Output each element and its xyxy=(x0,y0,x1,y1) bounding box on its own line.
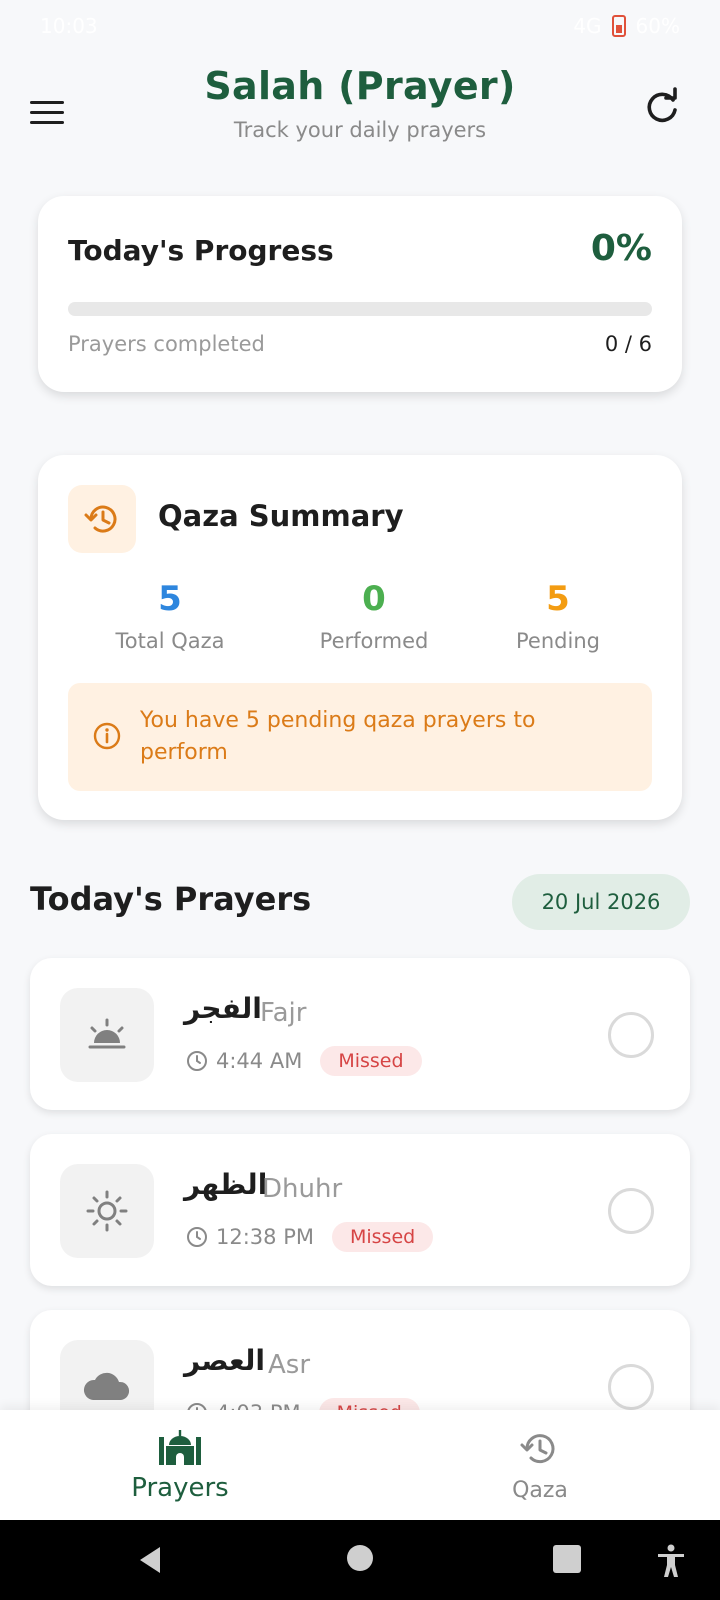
sun-icon xyxy=(60,1164,154,1258)
prayer-time-row: 4:44 AM Missed xyxy=(186,1046,422,1076)
page-title: Salah (Prayer) xyxy=(204,64,516,108)
history-icon xyxy=(520,1433,555,1463)
prayer-time: 12:38 PM xyxy=(216,1225,314,1249)
stat-label: Performed xyxy=(319,629,429,653)
recents-icon[interactable] xyxy=(552,1544,582,1574)
qaza-summary-card: Qaza Summary 5 Total Qaza 0 Performed 5 … xyxy=(38,455,682,820)
prayer-name: Dhuhr xyxy=(262,1174,343,1204)
prayer-arabic-name: الفجر xyxy=(184,992,262,1025)
nav-tab-prayers[interactable]: Prayers xyxy=(0,1410,360,1520)
battery-icon xyxy=(611,15,626,37)
mark-complete-checkbox[interactable] xyxy=(608,1012,654,1058)
nav-label: Qaza xyxy=(512,1477,568,1503)
date-badge[interactable]: 20 Jul 2026 xyxy=(512,874,690,930)
back-icon[interactable] xyxy=(134,1544,166,1576)
stat-total-qaza: 5 Total Qaza xyxy=(80,579,260,653)
network-label: 4G xyxy=(573,14,602,38)
stat-value: 5 xyxy=(158,579,182,619)
status-indicators: 4G 60% xyxy=(573,14,680,38)
history-icon xyxy=(68,485,136,553)
stat-value: 0 xyxy=(362,579,386,619)
clock-icon xyxy=(187,1227,207,1247)
progress-title: Today's Progress xyxy=(68,234,334,267)
progress-label: Prayers completed xyxy=(68,332,265,356)
progress-bar xyxy=(68,302,652,316)
refresh-icon[interactable] xyxy=(640,86,684,130)
prayer-card-fajr[interactable]: الفجر Fajr 4:44 AM Missed xyxy=(30,958,690,1110)
pending-alert: You have 5 pending qaza prayers to perfo… xyxy=(68,683,652,791)
info-icon xyxy=(92,721,122,751)
stat-label: Total Qaza xyxy=(115,629,225,653)
page-subtitle: Track your daily prayers xyxy=(233,118,487,142)
bottom-nav: Prayers Qaza xyxy=(0,1410,720,1520)
stat-pending: 5 Pending xyxy=(468,579,648,653)
progress-percent: 0% xyxy=(590,228,652,269)
mark-complete-checkbox[interactable] xyxy=(608,1188,654,1234)
battery-level: 60% xyxy=(635,14,680,38)
app-header: Salah (Prayer) Track your daily prayers xyxy=(0,52,720,172)
prayer-name: Asr xyxy=(268,1350,311,1380)
section-title: Today's Prayers xyxy=(30,880,312,918)
prayer-name: Fajr xyxy=(260,998,307,1028)
home-icon[interactable] xyxy=(346,1544,374,1572)
prayer-arabic-name: الظهر xyxy=(184,1168,268,1201)
prayer-time: 4:44 AM xyxy=(216,1049,303,1073)
status-time: 10:03 xyxy=(40,14,98,38)
stat-value: 5 xyxy=(546,579,570,619)
nav-label: Prayers xyxy=(131,1473,229,1503)
system-nav-bar xyxy=(0,1520,720,1600)
stat-label: Pending xyxy=(516,629,600,653)
status-badge: Missed xyxy=(320,1046,422,1076)
progress-count: 0 / 6 xyxy=(604,332,652,356)
prayer-arabic-name: العصر xyxy=(184,1344,265,1377)
mosque-icon xyxy=(159,1430,201,1465)
accessibility-icon[interactable] xyxy=(656,1544,686,1578)
nav-tab-qaza[interactable]: Qaza xyxy=(360,1410,720,1520)
status-bar: 10:03 4G 60% xyxy=(0,0,720,52)
alert-text: You have 5 pending qaza prayers to perfo… xyxy=(140,708,536,765)
status-badge: Missed xyxy=(331,1222,434,1252)
stat-performed: 0 Performed xyxy=(284,579,464,653)
qaza-summary-title: Qaza Summary xyxy=(158,499,404,533)
prayer-time-row: 12:38 PM Missed xyxy=(186,1222,434,1252)
prayer-card-dhuhr[interactable]: الظهر Dhuhr 12:38 PM Missed xyxy=(30,1134,690,1286)
clock-icon xyxy=(187,1051,207,1071)
mark-complete-checkbox[interactable] xyxy=(608,1364,654,1410)
progress-card: Today's Progress 0% Prayers completed 0 … xyxy=(38,196,682,392)
sunrise-icon xyxy=(60,988,154,1082)
